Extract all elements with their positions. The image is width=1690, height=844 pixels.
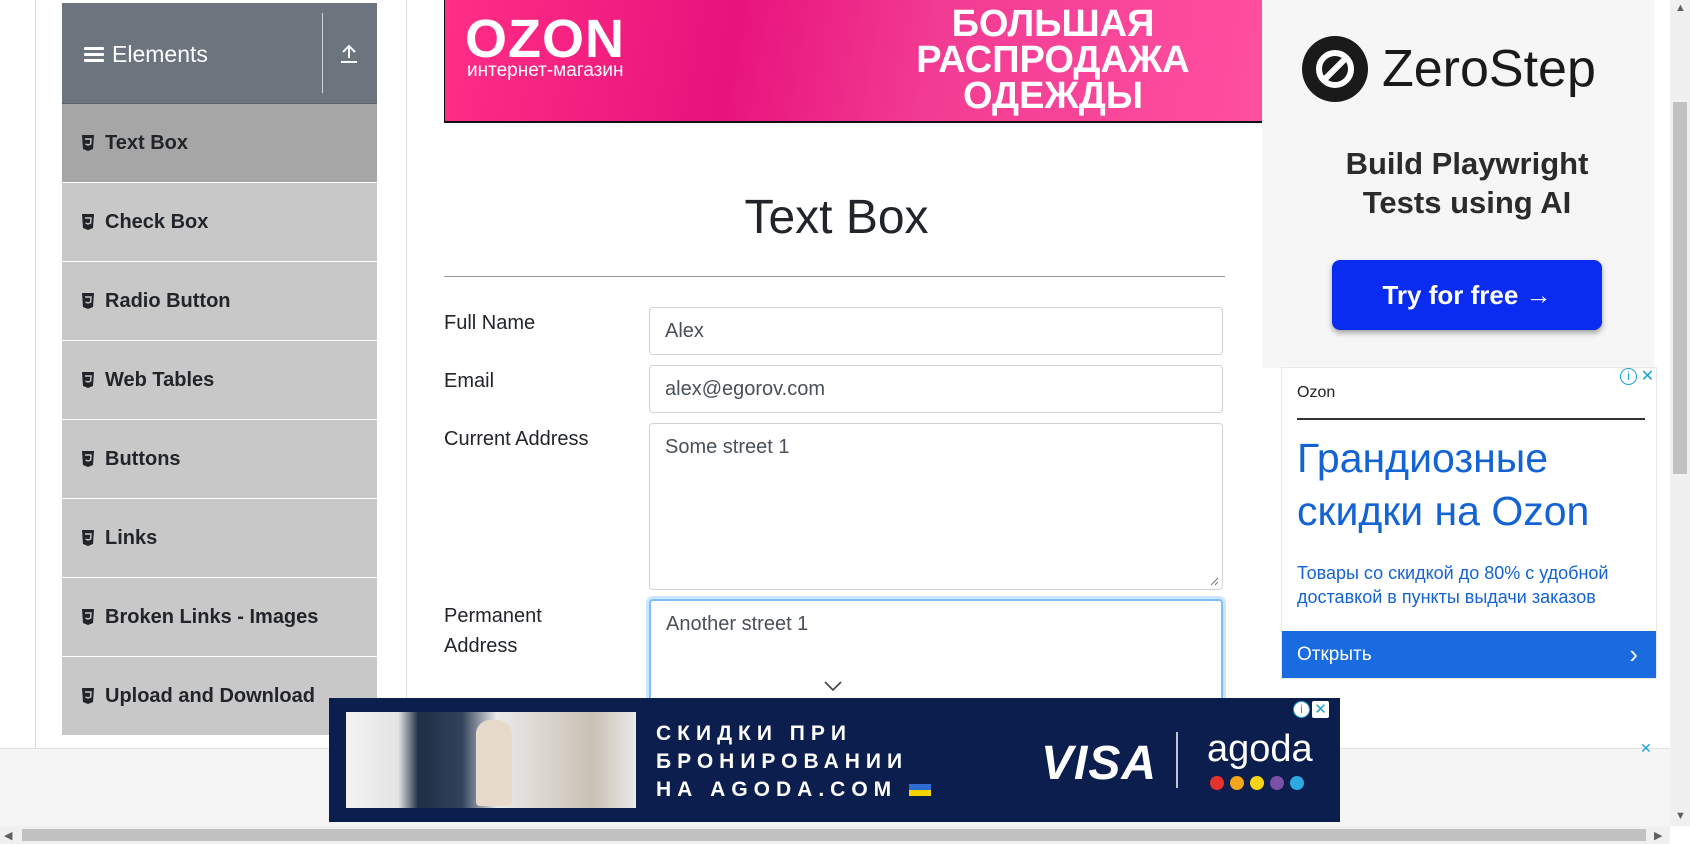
adchoices-info-icon[interactable]: i	[1293, 701, 1310, 718]
scroll-right-arrow-icon[interactable]: ▶	[1654, 829, 1662, 842]
menu-icon	[84, 44, 104, 65]
agoda-line-3: НА AGODA.COM	[656, 776, 932, 804]
adchoices: i ✕	[1293, 701, 1329, 718]
elements-group-title: Elements	[84, 41, 208, 68]
zerostep-logo-icon	[1302, 36, 1368, 102]
full-name-label: Full Name	[444, 312, 536, 334]
resize-handle-icon[interactable]	[1209, 576, 1219, 586]
current-address-textarea[interactable]: Some street 1	[649, 423, 1223, 590]
agoda-line-2: БРОНИРОВАНИИ	[656, 750, 909, 773]
banner-headline: БОЛЬШАЯ РАСПРОДАЖА ОДЕЖДЫ	[873, 3, 1233, 117]
html5-icon	[82, 372, 94, 388]
current-address-value: Some street 1	[665, 436, 790, 458]
sidebar-item-label: Check Box	[105, 210, 209, 233]
ozon-open-button[interactable]: Открыть ›	[1282, 631, 1656, 678]
permanent-label-line-1: Permanent	[444, 605, 542, 627]
sidebar-item-label: Upload and Download	[105, 684, 315, 707]
html5-icon	[82, 214, 94, 230]
sidebar-border-right	[406, 0, 407, 750]
adchoices-info-icon[interactable]: i	[1620, 368, 1637, 385]
sidebar-item-buttons[interactable]: Buttons	[62, 420, 377, 499]
permanent-address-value: Another street 1	[666, 613, 809, 635]
chevron-down-icon	[824, 681, 842, 692]
sidebar-item-broken-links[interactable]: Broken Links - Images	[62, 578, 377, 657]
zerostep-subtitle: Build Playwright Tests using AI	[1262, 144, 1672, 222]
full-name-input[interactable]: Alex	[649, 307, 1223, 355]
html5-icon	[82, 688, 94, 704]
close-icon[interactable]: ✕	[1640, 740, 1652, 757]
header-divider	[322, 13, 323, 93]
vertical-scrollbar-thumb[interactable]	[1673, 102, 1687, 474]
html5-icon	[82, 530, 94, 546]
ozon-top-banner-ad[interactable]: OZON интернет-магазин БОЛЬШАЯ РАСПРОДАЖА…	[444, 0, 1263, 123]
ozon-ad-headline: Грандиозные скидки на Ozon	[1297, 432, 1589, 538]
current-address-label: Current Address	[444, 428, 589, 450]
html5-icon	[82, 135, 94, 151]
hotel-photo-image	[346, 712, 636, 808]
zerostep-line-1: Build Playwright	[1345, 146, 1589, 181]
ozon-ad-brand: Ozon	[1297, 384, 1336, 401]
agoda-line-3-text: НА AGODA.COM	[656, 778, 898, 801]
ozon-headline-line-2: скидки на Ozon	[1297, 488, 1590, 534]
chevron-right-icon: ›	[1629, 639, 1638, 669]
sidebar-item-links[interactable]: Links	[62, 499, 377, 578]
html5-icon	[82, 451, 94, 467]
banner-line-3: ОДЕЖДЫ	[962, 75, 1144, 117]
sidebar-item-label: Web Tables	[105, 368, 215, 391]
horizontal-scrollbar-thumb[interactable]	[22, 829, 1646, 841]
adchoices: i ✕	[1620, 368, 1656, 385]
zerostep-line-2: Tests using AI	[1362, 185, 1572, 220]
sidebar-item-label: Broken Links - Images	[105, 605, 319, 628]
agoda-dots-icon	[1210, 776, 1304, 790]
scroll-up-arrow-icon[interactable]: ▲	[1675, 2, 1686, 14]
ad-close-icon[interactable]: ✕	[1312, 701, 1329, 718]
agoda-bottom-ad[interactable]: i ✕ СКИДКИ ПРИ БРОНИРОВАНИИ НА AGODA.COM…	[329, 698, 1340, 822]
sidebar-item-text-box[interactable]: Text Box	[62, 104, 377, 183]
scroll-left-arrow-icon[interactable]: ◀	[4, 829, 12, 842]
agoda-line-1: СКИДКИ ПРИ	[656, 722, 852, 745]
sidebar-item-label: Links	[105, 526, 158, 549]
collapse-up-icon[interactable]	[338, 43, 360, 65]
agoda-ad-text: СКИДКИ ПРИ БРОНИРОВАНИИ НА AGODA.COM	[656, 720, 932, 804]
page-title: Text Box	[744, 191, 929, 244]
sidebar-item-label: Buttons	[105, 447, 181, 470]
permanent-address-label: Permanent Address	[444, 601, 542, 661]
ozon-open-label: Открыть	[1297, 644, 1372, 665]
zerostep-logo: ZeroStep	[1302, 36, 1596, 102]
logo-divider	[1176, 732, 1178, 788]
try-for-free-button[interactable]: Try for free →	[1332, 260, 1602, 330]
ozon-tagline: интернет-магазин	[467, 60, 624, 81]
ozon-ad-rule	[1297, 418, 1645, 420]
permanent-address-textarea[interactable]: Another street 1	[649, 599, 1223, 709]
sidebar-item-label: Radio Button	[105, 289, 231, 312]
ozon-ad-description: Товары со скидкой до 80% с удобной доста…	[1297, 563, 1609, 607]
sidebar-item-web-tables[interactable]: Web Tables	[62, 341, 377, 420]
banner-line-1: БОЛЬШАЯ	[951, 3, 1155, 45]
ozon-side-ad[interactable]: i ✕ Ozon Грандиозные скидки на Ozon Това…	[1281, 367, 1657, 679]
scroll-down-arrow-icon[interactable]: ▼	[1675, 810, 1686, 822]
sidebar-item-check-box[interactable]: Check Box	[62, 183, 377, 262]
ozon-headline-line-1: Грандиозные	[1297, 435, 1549, 481]
page-border-left	[35, 0, 36, 750]
zerostep-ad[interactable]: ZeroStep Build Playwright Tests using AI…	[1262, 0, 1654, 368]
html5-icon	[82, 293, 94, 309]
ukraine-flag-icon	[909, 784, 932, 797]
sidebar-item-label: Text Box	[105, 131, 188, 154]
elements-group-header[interactable]: Elements	[62, 3, 377, 104]
html5-icon	[82, 609, 94, 625]
banner-line-2: РАСПРОДАЖА	[916, 39, 1190, 81]
sidebar: Elements Text Box Check Box Radio Button…	[62, 3, 377, 736]
zerostep-brand: ZeroStep	[1382, 40, 1596, 98]
agoda-logo: agoda	[1207, 728, 1313, 770]
title-divider	[444, 276, 1225, 277]
person-image	[476, 720, 512, 806]
email-input[interactable]: alex@egorov.com	[649, 365, 1223, 413]
ad-close-icon[interactable]: ✕	[1639, 368, 1656, 385]
elements-group-label: Elements	[112, 41, 208, 67]
visa-logo: VISA	[1041, 737, 1158, 790]
email-label: Email	[444, 370, 495, 392]
sidebar-item-radio-button[interactable]: Radio Button	[62, 262, 377, 341]
permanent-label-line-2: Address	[444, 635, 518, 657]
